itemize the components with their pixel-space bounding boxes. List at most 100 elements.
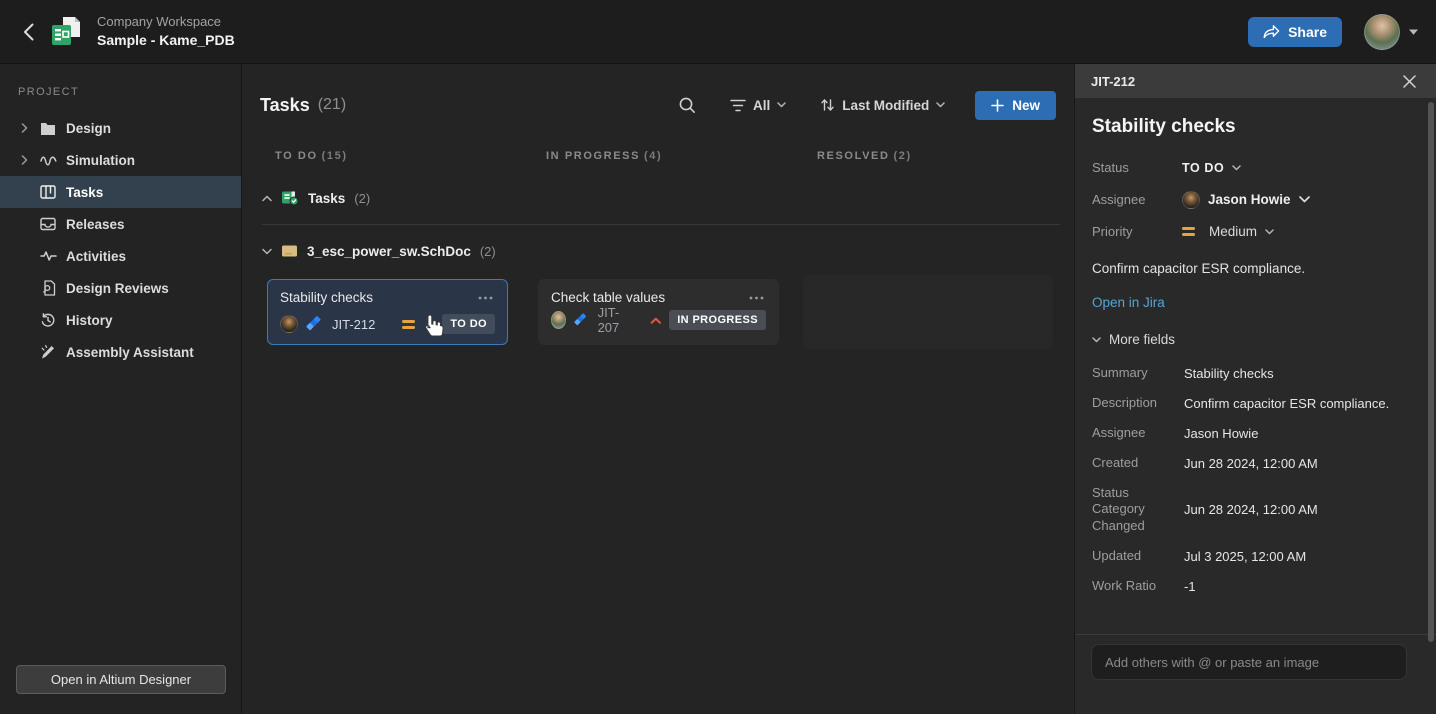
sidebar-item-tasks[interactable]: Tasks [0,176,241,208]
task-key: JIT-207 [597,305,620,335]
chevron-down-icon [1092,336,1101,342]
chevron-right-icon[interactable] [20,155,29,165]
column-header-in-progress: IN PROGRESS (4) [546,150,663,162]
comment-input[interactable] [1091,644,1407,680]
assignee-label: Assignee [1092,192,1146,207]
user-menu-caret-icon[interactable] [1409,29,1418,35]
close-icon [1403,74,1416,88]
sort-dropdown[interactable]: Last Modified [814,97,951,114]
group-count: (2) [479,243,496,259]
kanban-board-icon [39,185,57,199]
chevron-right-icon[interactable] [20,123,29,133]
project-sidebar: PROJECT Design Simulation Tasks Releases… [0,64,242,714]
chevron-down-icon [1298,196,1310,203]
panel-scrollbar[interactable] [1428,102,1434,642]
waveform-icon [39,154,57,167]
sidebar-item-activities[interactable]: Activities [0,240,241,272]
card-title: Check table values [551,290,666,305]
filter-dropdown[interactable]: All [724,97,792,114]
card-menu-button[interactable] [476,294,495,302]
assignee-value: Jason Howie [1208,192,1291,207]
sidebar-item-simulation[interactable]: Simulation [0,144,241,176]
group-row-schdoc[interactable]: 3_esc_power_sw.SchDoc (2) [242,241,1074,261]
workspace-logo-icon [49,14,83,50]
top-bar: Company Workspace Sample - Kame_PDB Shar… [0,0,1436,64]
group-label: Tasks [308,190,346,206]
search-button[interactable] [672,90,702,120]
document-search-icon [39,280,57,296]
assignee-avatar [551,311,567,329]
sort-label: Last Modified [842,97,930,113]
workspace-name: Company Workspace [97,13,222,29]
task-description: Confirm capacitor ESR compliance. [1092,261,1306,276]
task-card-check-table-values[interactable]: Check table values JIT-207 IN PROGRESS [538,279,779,345]
task-key: JIT-212 [332,316,376,332]
open-in-altium-designer-button[interactable]: Open in Altium Designer [16,665,226,694]
sidebar-item-label: Releases [66,216,125,232]
open-in-jira-link[interactable]: Open in Jira [1092,295,1165,310]
back-button[interactable] [18,18,39,46]
folder-icon [39,122,57,135]
sidebar-item-design[interactable]: Design [0,112,241,144]
new-task-button[interactable]: New [975,90,1056,120]
sort-icon [821,99,834,111]
sidebar-item-history[interactable]: History [0,304,241,336]
card-menu-button[interactable] [747,294,766,302]
sidebar-section-label: PROJECT [18,86,80,98]
panel-body: Stability checks Status TO DO Assignee J… [1075,98,1436,595]
project-name: Sample - Kame_PDB [97,31,235,48]
ellipsis-icon [478,296,493,299]
chevron-left-icon [24,23,34,40]
empty-card-slot [803,275,1053,349]
status-dropdown[interactable]: TO DO [1182,161,1416,175]
priority-dropdown[interactable]: Medium [1182,224,1416,239]
task-card-stability-checks[interactable]: Stability checks JIT-212 TO DO [267,279,508,345]
chevron-down-icon [936,102,945,108]
chevron-down-icon [777,102,786,108]
field-row-summary: Summary Stability checks [1092,365,1274,381]
assignee-dropdown[interactable]: Jason Howie [1182,190,1416,209]
sidebar-item-releases[interactable]: Releases [0,208,241,240]
more-fields-toggle[interactable]: More fields [1092,332,1175,347]
sidebar-item-label: Simulation [66,152,136,168]
sidebar-item-design-reviews[interactable]: Design Reviews [0,272,241,304]
status-badge: TO DO [442,314,495,334]
chevron-down-icon [1265,228,1274,234]
chevron-down-icon [1232,164,1242,170]
soldering-iron-icon [39,344,57,360]
assignee-row: Assignee Jason Howie [1092,190,1416,209]
group-divider [262,224,1060,225]
field-row-updated: Updated Jul 3 2025, 12:00 AM [1092,548,1307,565]
column-header-todo: TO DO (15) [275,150,348,162]
assignee-avatar [280,315,298,333]
field-row-description: Description Confirm capacitor ESR compli… [1092,394,1390,411]
task-detail-panel: JIT-212 Stability checks Status TO DO As… [1074,64,1436,714]
priority-row: Priority Medium [1092,222,1416,241]
priority-label: Priority [1092,224,1133,239]
cards-row: Stability checks JIT-212 TO DO Check tab… [242,275,1074,349]
sidebar-item-label: Design [66,120,112,136]
share-button[interactable]: Share [1248,16,1342,47]
search-icon [679,97,695,114]
chevron-down-icon[interactable] [262,248,272,255]
close-panel-button[interactable] [1399,71,1420,92]
jira-icon [306,316,321,331]
filter-label: All [752,97,771,113]
sidebar-item-assembly-assistant[interactable]: Assembly Assistant [0,336,241,368]
group-row-tasks[interactable]: Tasks (2) [242,188,1074,208]
user-avatar[interactable] [1364,13,1400,50]
field-row-assignee: Assignee Jason Howie [1092,424,1259,441]
field-row-work-ratio: Work Ratio -1 [1092,578,1196,595]
plus-icon [991,98,1005,112]
inbox-icon [39,217,57,231]
panel-header: JIT-212 [1075,64,1436,98]
field-row-status-category-changed: Status Category Changed Jun 28 2024, 12:… [1092,484,1318,534]
chevron-up-icon[interactable] [262,195,272,202]
group-label: 3_esc_power_sw.SchDoc [307,243,471,259]
more-fields-list: Summary Stability checks Description Con… [1092,365,1416,595]
share-label: Share [1288,23,1327,40]
share-icon [1263,25,1280,39]
history-clock-icon [39,312,57,328]
priority-value: Medium [1209,224,1258,239]
status-value: TO DO [1182,160,1225,175]
